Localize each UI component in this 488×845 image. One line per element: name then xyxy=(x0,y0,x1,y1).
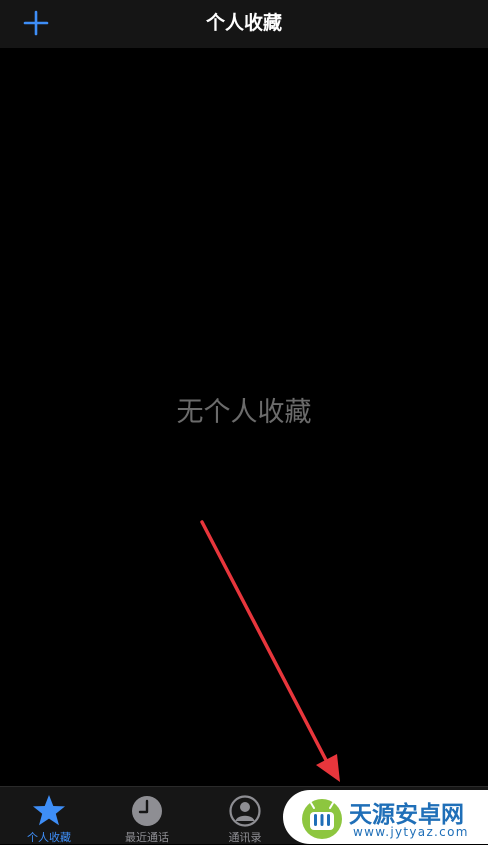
android-logo-icon xyxy=(302,799,342,839)
tab-contacts[interactable]: 通讯录 xyxy=(196,787,294,845)
page-title: 个人收藏 xyxy=(205,12,282,34)
navigation-bar: 个人收藏 xyxy=(0,0,488,48)
tab-label: 最近通话 xyxy=(125,831,169,844)
site-watermark: 天源安卓网 www.jytyaz.com xyxy=(283,790,488,844)
star-icon xyxy=(33,795,65,826)
clock-icon xyxy=(132,796,162,826)
tab-label: 个人收藏 xyxy=(27,831,71,844)
watermark-url: www.jytyaz.com xyxy=(353,825,469,839)
favorites-list: 无个人收藏 xyxy=(0,48,488,786)
tab-label: 通讯录 xyxy=(228,831,262,844)
empty-state-message: 无个人收藏 xyxy=(176,397,312,428)
person-icon xyxy=(229,795,261,827)
tab-favorites[interactable]: 个人收藏 xyxy=(0,787,98,845)
watermark-title: 天源安卓网 xyxy=(349,802,464,828)
tab-recents[interactable]: 最近通话 xyxy=(98,787,196,845)
